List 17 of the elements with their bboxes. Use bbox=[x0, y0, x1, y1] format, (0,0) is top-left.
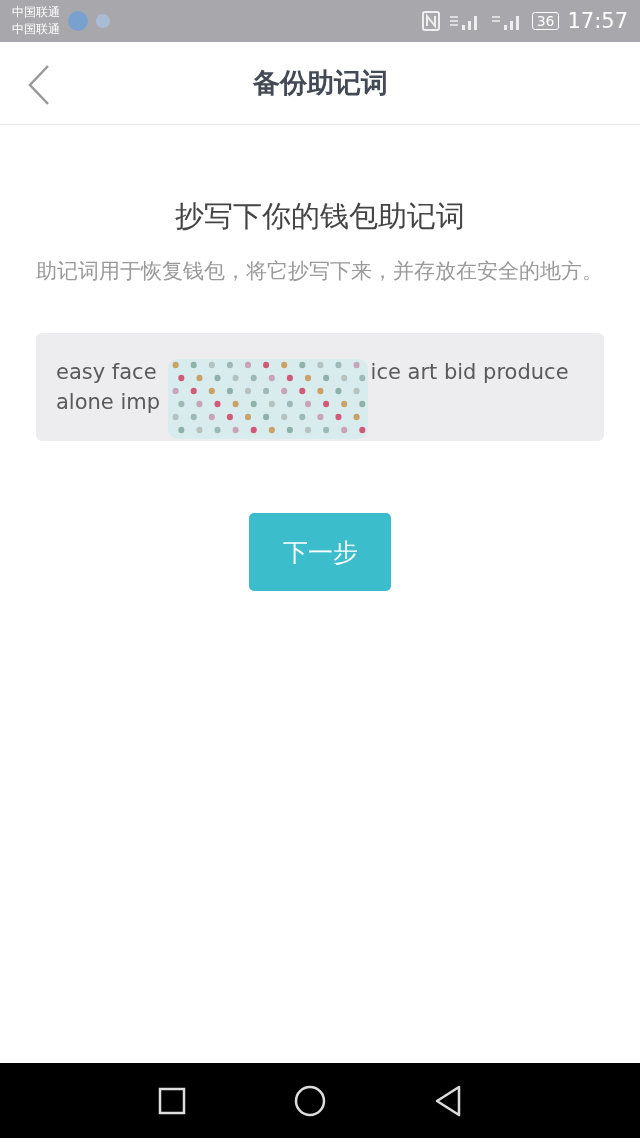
home-icon[interactable] bbox=[294, 1084, 326, 1117]
mnemonic-text: alone imp bbox=[56, 389, 161, 416]
carrier-name: 中国联通 bbox=[12, 21, 60, 38]
nfc-icon bbox=[421, 11, 440, 31]
back-icon[interactable] bbox=[434, 1084, 462, 1117]
mnemonic-text: ice art bid produce bbox=[370, 359, 569, 386]
battery-level: 36 bbox=[531, 12, 560, 30]
notification-icon bbox=[68, 11, 88, 31]
clock: 17:57 bbox=[567, 9, 628, 33]
carrier-name: 中国联通 bbox=[12, 4, 60, 21]
recent-apps-icon[interactable] bbox=[158, 1086, 186, 1115]
notification-icon bbox=[96, 14, 110, 28]
next-button[interactable]: 下一步 bbox=[249, 513, 391, 591]
description: 助记词用于恢复钱包，将它抄写下来，并存放在安全的地方。 bbox=[36, 258, 604, 285]
section-heading: 抄写下你的钱包助记词 bbox=[174, 198, 466, 235]
mnemonic-text: easy face bbox=[56, 359, 157, 386]
page-title: 备份助记词 bbox=[252, 66, 388, 100]
